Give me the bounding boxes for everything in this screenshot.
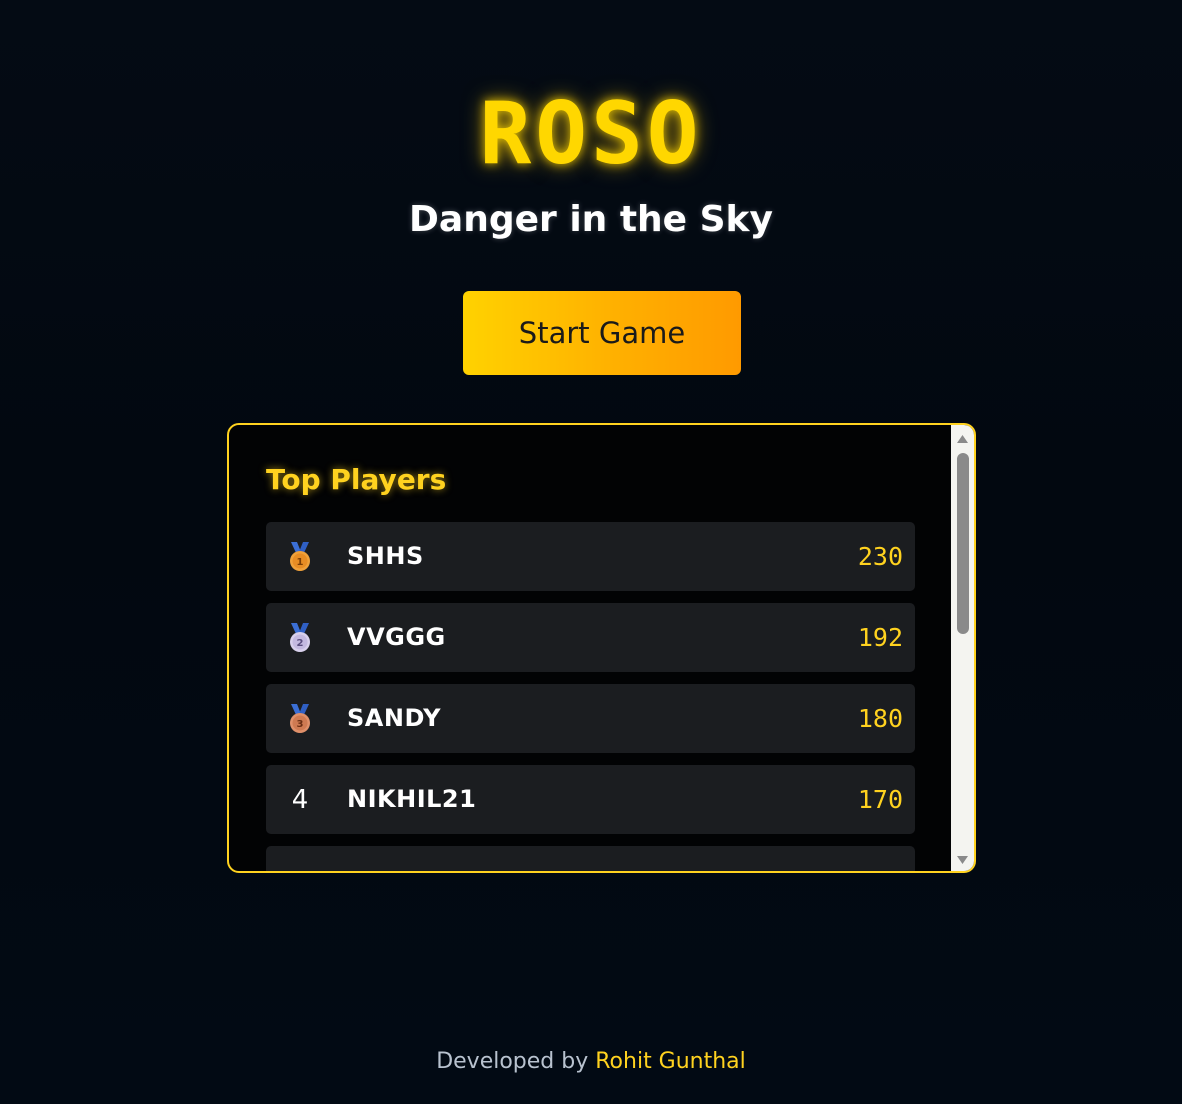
player-score: 192 [857,623,903,652]
player-score: 230 [857,542,903,571]
svg-text:1: 1 [297,557,304,568]
footer-prefix: Developed by [436,1049,596,1074]
player-score: 170 [857,785,903,814]
leaderboard-scroll-area[interactable]: Top Players 1 SHHS 230 2 VVGGG 192 3 SAN… [229,425,951,871]
player-name: SHHS [347,542,424,570]
svg-text:2: 2 [297,638,304,649]
leaderboard-row: 3 SANDY 180 [266,684,915,753]
footer-credit: Developed by Rohit Gunthal [0,1046,1182,1078]
svg-text:3: 3 [297,719,304,730]
game-subtitle: Danger in the Sky [409,199,773,240]
leaderboard-row: 1 SHHS 230 [266,522,915,591]
player-name: SANDY [347,704,441,732]
leaderboard-title: Top Players [266,463,447,496]
bronze-medal-icon: 3 [266,684,334,753]
player-name: NIKHIL21 [347,785,477,813]
author-name: Rohit Gunthal [595,1049,746,1074]
game-title: ROSO [479,84,703,184]
leaderboard-row: 2 VVGGG 192 [266,603,915,672]
gold-medal-icon: 1 [266,522,334,591]
player-score: 180 [857,704,903,733]
rank-number: 4 [291,784,309,815]
leaderboard-row [266,846,915,871]
silver-medal-icon: 2 [266,603,334,672]
leaderboard-row: 4 NIKHIL21 170 [266,765,915,834]
start-game-button[interactable]: Start Game [463,291,741,375]
leaderboard-panel[interactable]: Top Players 1 SHHS 230 2 VVGGG 192 3 SAN… [227,423,976,873]
player-name: VVGGG [347,623,446,651]
scroll-up-arrow-icon[interactable] [955,431,970,446]
scroll-down-arrow-icon[interactable] [955,852,970,867]
scrollbar-thumb[interactable] [957,453,969,634]
leaderboard-scrollbar[interactable] [951,425,974,871]
